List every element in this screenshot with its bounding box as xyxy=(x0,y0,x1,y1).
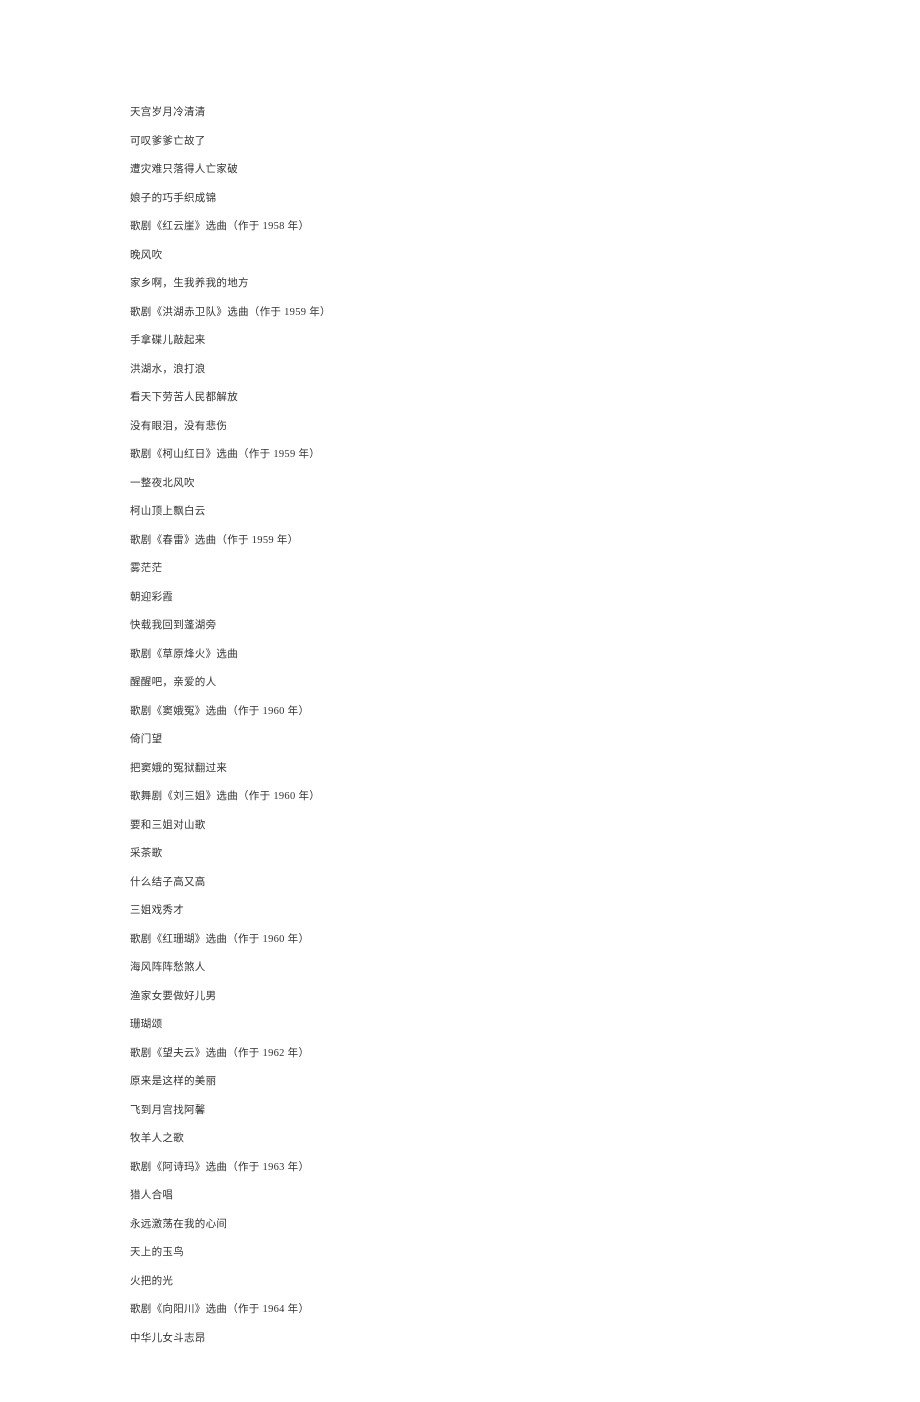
text-line: 把窦娥的冤狱翻过来 xyxy=(130,764,920,775)
text-line: 什么结子高又高 xyxy=(130,878,920,889)
text-line: 看天下劳苦人民都解放 xyxy=(130,393,920,404)
text-line: 永远激荡在我的心间 xyxy=(130,1220,920,1231)
text-line: 朝迎彩霞 xyxy=(130,593,920,604)
text-line: 原来是这样的美丽 xyxy=(130,1077,920,1088)
text-line: 歌剧《望夫云》选曲（作于 1962 年） xyxy=(130,1049,920,1060)
text-line: 倚门望 xyxy=(130,735,920,746)
text-line: 歌剧《草原烽火》选曲 xyxy=(130,650,920,661)
text-line: 洪湖水，浪打浪 xyxy=(130,365,920,376)
text-line: 歌剧《红云崖》选曲（作于 1958 年） xyxy=(130,222,920,233)
text-line: 采茶歌 xyxy=(130,849,920,860)
text-line: 天宫岁月冷清清 xyxy=(130,108,920,119)
text-line: 歌剧《柯山红日》选曲（作于 1959 年） xyxy=(130,450,920,461)
text-line: 娘子的巧手织成锦 xyxy=(130,194,920,205)
text-line: 雾茫茫 xyxy=(130,564,920,575)
text-line: 晚风吹 xyxy=(130,251,920,262)
text-line: 家乡啊，生我养我的地方 xyxy=(130,279,920,290)
text-line: 可叹爹爹亡故了 xyxy=(130,137,920,148)
text-line: 中华儿女斗志昂 xyxy=(130,1334,920,1345)
text-line: 手拿碟儿敲起来 xyxy=(130,336,920,347)
text-line: 没有眼泪，没有悲伤 xyxy=(130,422,920,433)
text-line: 火把的光 xyxy=(130,1277,920,1288)
text-line: 歌舞剧《刘三姐》选曲（作于 1960 年） xyxy=(130,792,920,803)
text-line: 海风阵阵愁煞人 xyxy=(130,963,920,974)
text-line: 三姐戏秀才 xyxy=(130,906,920,917)
text-line: 柯山顶上飘白云 xyxy=(130,507,920,518)
text-line: 一整夜北风吹 xyxy=(130,479,920,490)
text-line: 歌剧《阿诗玛》选曲（作于 1963 年） xyxy=(130,1163,920,1174)
text-line: 要和三姐对山歌 xyxy=(130,821,920,832)
text-line: 醒醒吧，亲爱的人 xyxy=(130,678,920,689)
text-line: 歌剧《红珊瑚》选曲（作于 1960 年） xyxy=(130,935,920,946)
text-line: 珊瑚颂 xyxy=(130,1020,920,1031)
text-line: 猎人合唱 xyxy=(130,1191,920,1202)
text-line: 遭灾难只落得人亡家破 xyxy=(130,165,920,176)
text-line: 飞到月宫找阿馨 xyxy=(130,1106,920,1117)
text-line: 渔家女要做好儿男 xyxy=(130,992,920,1003)
text-line: 歌剧《春雷》选曲（作于 1959 年） xyxy=(130,536,920,547)
text-line: 快载我回到蓬湖旁 xyxy=(130,621,920,632)
text-line: 天上的玉鸟 xyxy=(130,1248,920,1259)
text-line: 歌剧《洪湖赤卫队》选曲（作于 1959 年） xyxy=(130,308,920,319)
text-line: 牧羊人之歌 xyxy=(130,1134,920,1145)
text-line: 歌剧《向阳川》选曲（作于 1964 年） xyxy=(130,1305,920,1316)
text-line: 歌剧《窦娥冤》选曲（作于 1960 年） xyxy=(130,707,920,718)
